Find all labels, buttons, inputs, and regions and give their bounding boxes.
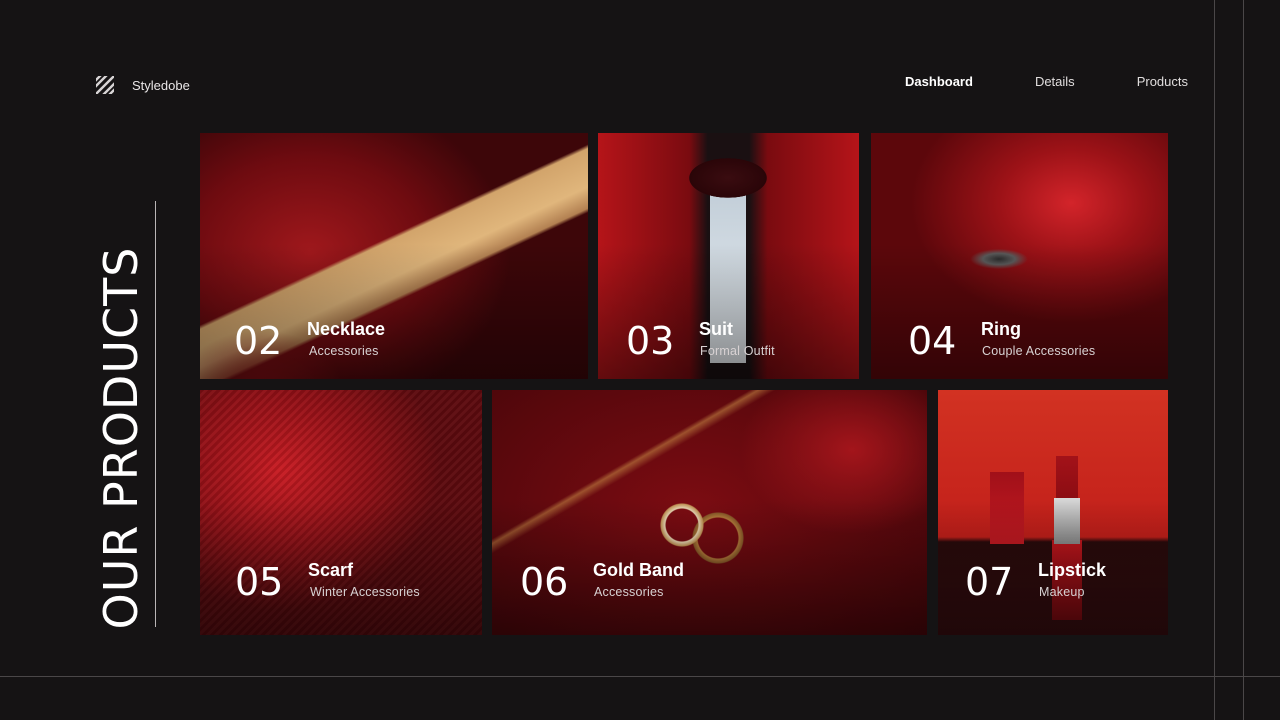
product-number: 04	[908, 319, 957, 363]
product-card-scarf[interactable]: 05 Scarf Winter Accessories	[200, 390, 482, 635]
product-category: Winter Accessories	[310, 585, 420, 599]
product-category: Couple Accessories	[982, 344, 1096, 358]
product-number: 03	[626, 319, 675, 363]
section-title: OUR PRODUCTS	[94, 246, 148, 630]
product-name: Suit	[699, 319, 733, 339]
product-category: Accessories	[309, 344, 379, 358]
product-card-necklace[interactable]: 02 Necklace Accessories	[200, 133, 588, 379]
section-divider	[155, 201, 156, 627]
brand-name: Styledobe	[132, 77, 190, 93]
product-name: Lipstick	[1038, 560, 1107, 580]
product-number: 05	[235, 560, 284, 604]
product-name: Gold Band	[593, 560, 684, 580]
frame-divider-vertical	[1214, 0, 1215, 720]
nav-details[interactable]: Details	[1035, 74, 1075, 89]
product-card-gold-band[interactable]: 06 Gold Band Accessories	[492, 390, 927, 635]
nav-dashboard[interactable]: Dashboard	[905, 74, 973, 89]
product-number: 07	[965, 560, 1014, 604]
product-number: 06	[520, 560, 569, 604]
product-name: Necklace	[307, 319, 386, 339]
product-card-ring[interactable]: 04 Ring Couple Accessories	[871, 133, 1168, 379]
product-card-lipstick[interactable]: 07 Lipstick Makeup	[938, 390, 1168, 635]
product-card-suit[interactable]: 03 Suit Formal Outfit	[598, 133, 859, 379]
product-name: Scarf	[308, 560, 354, 580]
product-category: Makeup	[1039, 585, 1085, 599]
nav-products[interactable]: Products	[1137, 74, 1188, 89]
frame-divider-vertical	[1243, 0, 1244, 720]
product-category: Formal Outfit	[700, 344, 775, 358]
brand[interactable]: Styledobe	[96, 76, 190, 94]
product-category: Accessories	[594, 585, 664, 599]
frame-divider-horizontal	[0, 676, 1280, 677]
product-name: Ring	[981, 319, 1021, 339]
product-number: 02	[234, 319, 283, 363]
top-nav: Dashboard Details Products	[905, 74, 1188, 89]
striped-square-logo-icon	[96, 76, 114, 94]
